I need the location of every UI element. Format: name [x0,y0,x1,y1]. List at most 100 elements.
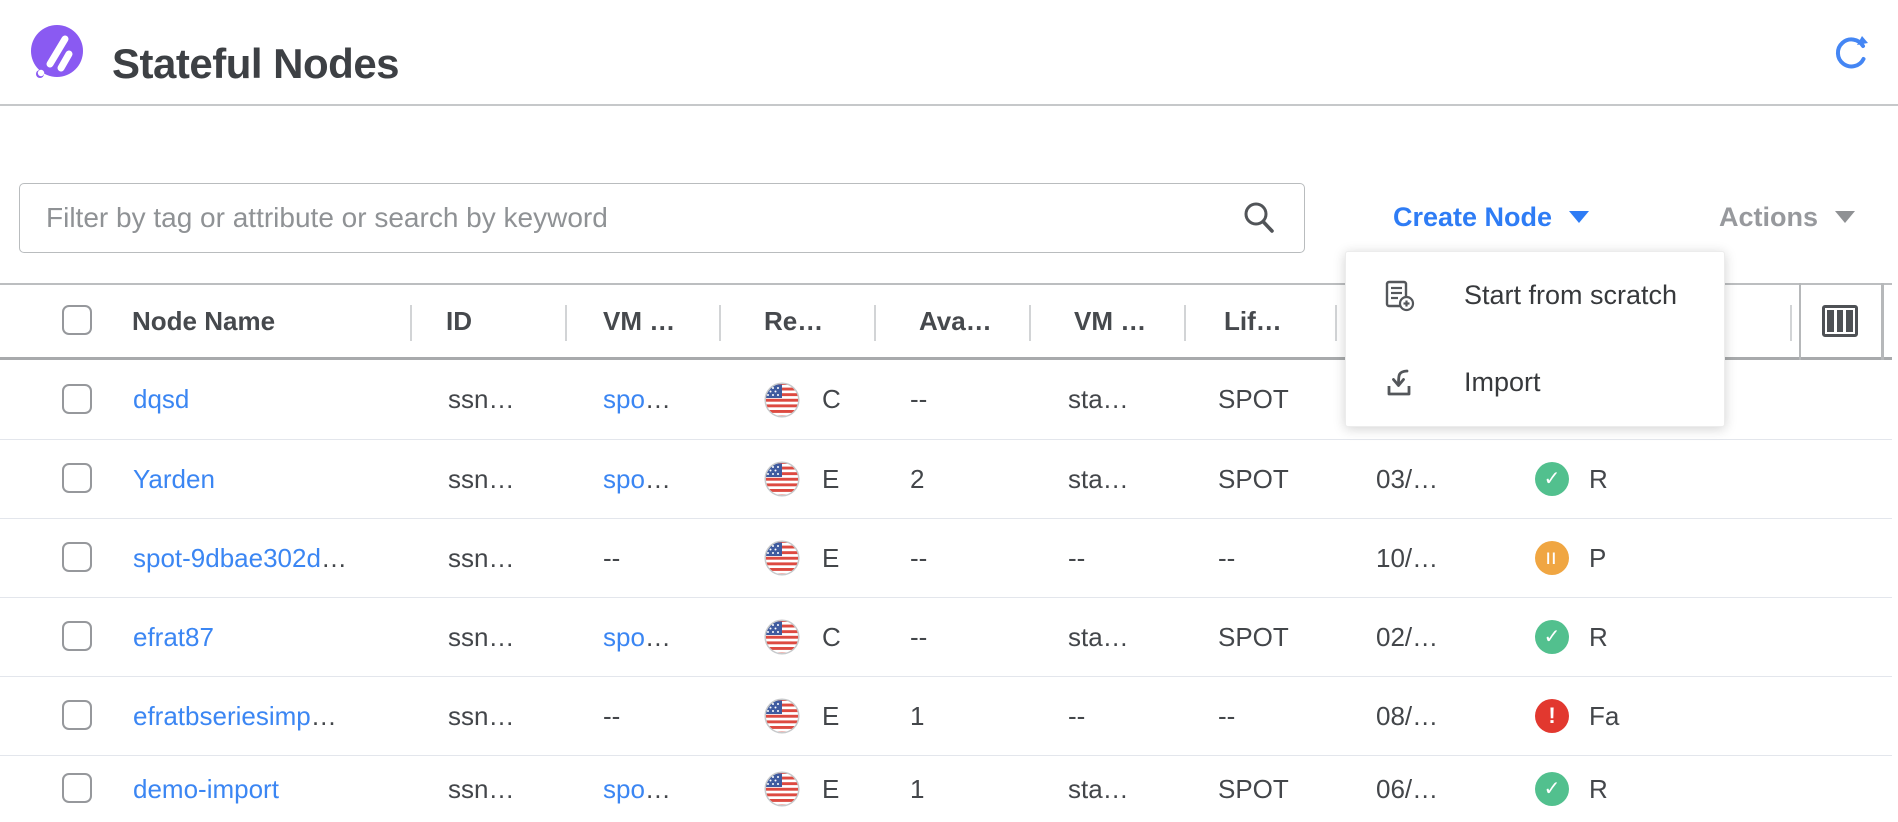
node-id: ssn… [448,756,514,822]
vm-link[interactable]: spo [603,384,645,415]
node-id: ssn… [448,677,514,755]
vm-name: sta… [1068,360,1129,439]
status-icon: II [1535,541,1569,575]
chevron-down-icon [1569,211,1589,223]
column-header-vm[interactable]: VM … [603,285,675,357]
search-input[interactable] [20,184,1304,252]
column-divider [1790,305,1792,341]
vm-name: sta… [1068,598,1129,676]
table-row: Yarden ssn… spo… E 2 sta… SPOT 03/… ✓ R [0,440,1892,519]
table-row: demo-import ssn… spo… E 1 sta… SPOT 06/…… [0,756,1892,822]
node-name-link[interactable]: Yarden [133,464,215,495]
table-row: spot-9dbae302d… ssn… -- E -- -- -- 10/… … [0,519,1892,598]
vm-link[interactable]: spo [603,774,645,805]
create-node-label: Create Node [1393,202,1552,233]
node-name-link[interactable]: efratbseriesimp [133,701,311,732]
menu-item-start-from-scratch[interactable]: Start from scratch [1346,252,1724,339]
column-divider [719,305,721,341]
us-flag-icon [764,461,800,497]
created-at: 08/… [1376,677,1438,755]
availability-zone: -- [910,598,927,676]
region: E [822,677,839,755]
region: E [822,519,839,597]
top-bar: Stateful Nodes [0,0,1898,106]
column-header-region[interactable]: Re… [764,285,823,357]
vm-link[interactable]: spo [603,622,645,653]
column-picker-icon[interactable] [1822,305,1858,337]
actions-button[interactable]: Actions [1719,186,1855,248]
column-header-id[interactable]: ID [446,285,472,357]
lifecycle: SPOT [1218,440,1289,518]
menu-item-label: Start from scratch [1464,280,1677,311]
row-checkbox[interactable] [62,463,92,493]
status-label: R [1589,440,1608,518]
region: E [822,756,839,822]
column-divider [874,305,876,341]
region: C [822,598,841,676]
row-checkbox[interactable] [62,700,92,730]
availability-zone: 1 [910,677,924,755]
column-divider [1029,305,1031,341]
lifecycle: -- [1218,519,1235,597]
created-at: 02/… [1376,598,1438,676]
import-icon [1382,366,1416,400]
chevron-down-icon [1835,211,1855,223]
spot-logo-icon [28,24,86,82]
lifecycle: SPOT [1218,360,1289,439]
table-row: efrat87 ssn… spo… C -- sta… SPOT 02/… ✓ … [0,598,1892,677]
status-label: P [1589,519,1606,597]
status-icon: ! [1535,699,1569,733]
availability-zone: -- [910,519,927,597]
us-flag-icon [764,771,800,807]
status-icon: ✓ [1535,620,1569,654]
table-body: dqsd ssn… spo… C -- sta… SPOT 02/… ✓ R Y… [0,360,1892,822]
created-at: 06/… [1376,756,1438,822]
refresh-icon[interactable] [1832,34,1870,72]
create-node-menu: Start from scratch Import [1345,251,1725,427]
select-all-checkbox[interactable] [62,305,92,335]
vm-name: -- [1068,677,1085,755]
row-checkbox[interactable] [62,384,92,414]
node-name-link[interactable]: demo-import [133,774,279,805]
column-header-lifecycle[interactable]: Lif… [1224,285,1282,357]
create-node-button[interactable]: Create Node [1393,186,1589,248]
created-at: 10/… [1376,519,1438,597]
node-id: ssn… [448,360,514,439]
page-title: Stateful Nodes [112,38,399,90]
column-header-node-name[interactable]: Node Name [132,285,275,357]
row-checkbox[interactable] [62,621,92,651]
us-flag-icon [764,540,800,576]
filter-search-box [19,183,1305,253]
lifecycle: SPOT [1218,756,1289,822]
row-checkbox[interactable] [62,542,92,572]
node-name-link[interactable]: efrat87 [133,622,214,653]
status-label: R [1589,756,1608,822]
status-icon: ✓ [1535,462,1569,496]
stateful-nodes-page: Stateful Nodes Create Node Actions [0,0,1898,822]
vm-name: sta… [1068,756,1129,822]
node-name-link[interactable]: dqsd [133,384,189,415]
column-divider [1335,305,1337,341]
node-id: ssn… [448,598,514,676]
column-divider [565,305,567,341]
availability-zone: 1 [910,756,924,822]
vm-name: -- [1068,519,1085,597]
us-flag-icon [764,619,800,655]
node-name-link[interactable]: spot-9dbae302d [133,543,321,574]
column-header-vm-2[interactable]: VM … [1074,285,1146,357]
row-checkbox[interactable] [62,773,92,803]
created-at: 03/… [1376,440,1438,518]
status-label: Fa [1589,677,1619,755]
vm-name: sta… [1068,440,1129,518]
column-header-availability[interactable]: Ava… [919,285,992,357]
region: C [822,360,841,439]
status-label: R [1589,598,1608,676]
us-flag-icon [764,698,800,734]
menu-item-label: Import [1464,367,1541,398]
column-divider [1184,305,1186,341]
vm-link[interactable]: spo [603,464,645,495]
availability-zone: 2 [910,440,924,518]
menu-item-import[interactable]: Import [1346,339,1724,426]
region: E [822,440,839,518]
column-divider [410,305,412,341]
